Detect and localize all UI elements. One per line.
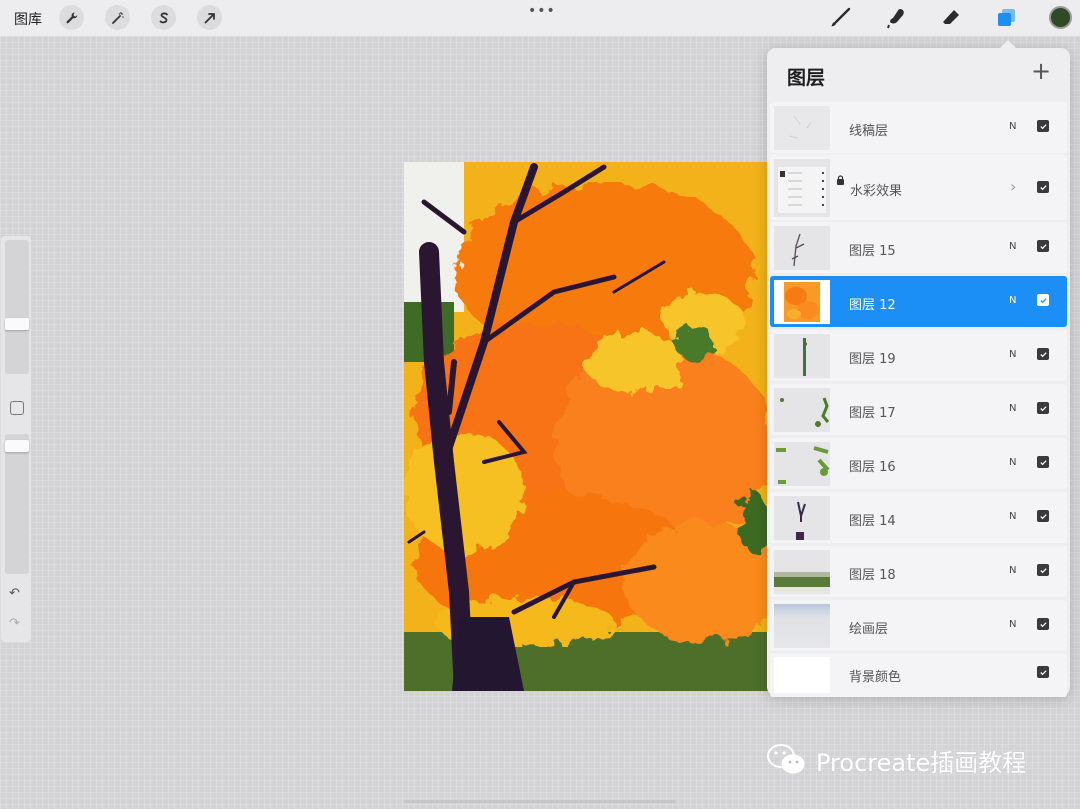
panel-title: 图层 xyxy=(787,67,826,89)
color-picker-button[interactable] xyxy=(1049,6,1072,29)
visibility-checkbox[interactable] xyxy=(1037,240,1049,252)
wechat-logo-icon xyxy=(767,744,805,774)
wrench-icon[interactable] xyxy=(59,5,84,30)
layers-panel: 图层 + 线稿层 N 水彩效果 › 图层 15 N 图层 12 N 图层 19 … xyxy=(767,40,1070,697)
eraser-icon[interactable] xyxy=(939,6,963,30)
visibility-checkbox[interactable] xyxy=(1037,618,1049,630)
layer-thumbnail xyxy=(774,604,830,648)
blend-mode-button[interactable]: N xyxy=(1009,403,1016,414)
undo-button[interactable]: ↶ xyxy=(9,586,20,601)
layer-name: 图层 14 xyxy=(849,514,896,529)
visibility-checkbox[interactable] xyxy=(1037,510,1049,522)
brush-size-slider[interactable] xyxy=(5,240,29,374)
layer-row-active[interactable]: 图层 12 N xyxy=(770,276,1067,327)
layer-thumbnail xyxy=(774,226,830,270)
top-toolbar: 图库 ••• xyxy=(0,0,1080,36)
autumn-tree-painting xyxy=(404,162,770,691)
layer-row[interactable]: 图层 16 N xyxy=(770,438,1067,489)
left-sidebar: ↶ ↷ xyxy=(1,236,31,642)
layer-row[interactable]: 线稿层 N xyxy=(770,102,1067,153)
visibility-checkbox[interactable] xyxy=(1037,120,1049,132)
visibility-checkbox[interactable] xyxy=(1037,564,1049,576)
gallery-button[interactable]: 图库 xyxy=(14,9,42,29)
opacity-slider[interactable] xyxy=(5,434,29,574)
selection-icon[interactable] xyxy=(151,5,176,30)
layer-thumbnail xyxy=(774,280,830,324)
opacity-handle[interactable] xyxy=(5,440,29,452)
redo-button[interactable]: ↷ xyxy=(9,616,20,631)
watermark-text: Procreate插画教程 xyxy=(816,748,1027,777)
layer-name: 图层 12 xyxy=(849,298,896,313)
layer-row[interactable]: 图层 18 N xyxy=(770,546,1067,597)
visibility-checkbox[interactable] xyxy=(1037,456,1049,468)
blend-mode-button[interactable]: N xyxy=(1009,295,1016,306)
layer-thumbnail xyxy=(774,496,830,540)
layer-thumbnail xyxy=(774,442,830,486)
layer-name: 图层 16 xyxy=(849,460,896,475)
layer-thumbnail xyxy=(774,334,830,378)
layer-name: 图层 15 xyxy=(849,244,896,259)
visibility-checkbox[interactable] xyxy=(1037,402,1049,414)
layer-row[interactable]: 图层 19 N xyxy=(770,330,1067,381)
layer-name: 绘画层 xyxy=(849,622,889,637)
blend-mode-button[interactable]: N xyxy=(1009,349,1016,360)
layer-thumbnail xyxy=(774,550,830,594)
layer-name: 图层 17 xyxy=(849,406,896,421)
watermark: Procreate插画教程 xyxy=(766,742,1026,778)
layer-row[interactable]: 绘画层 N xyxy=(770,600,1067,651)
visibility-checkbox[interactable] xyxy=(1037,181,1049,193)
blend-mode-button[interactable]: N xyxy=(1009,457,1016,468)
more-options-icon[interactable]: ••• xyxy=(528,3,556,19)
layer-group-row[interactable]: 水彩效果 › xyxy=(770,155,1067,220)
layer-name: 水彩效果 xyxy=(850,184,903,199)
lock-icon xyxy=(837,175,844,185)
group-thumbnail xyxy=(774,159,830,217)
visibility-checkbox[interactable] xyxy=(1037,666,1049,678)
home-indicator xyxy=(404,800,676,803)
layer-thumbnail xyxy=(774,657,830,693)
blend-mode-button[interactable]: N xyxy=(1009,241,1016,252)
chevron-right-icon[interactable]: › xyxy=(1010,177,1016,196)
layer-name: 图层 19 xyxy=(849,352,896,367)
blend-mode-button[interactable]: N xyxy=(1009,565,1016,576)
visibility-checkbox[interactable] xyxy=(1037,348,1049,360)
visibility-checkbox[interactable] xyxy=(1037,294,1049,306)
layer-name: 背景颜色 xyxy=(849,670,902,685)
layer-thumbnail xyxy=(774,106,830,150)
transform-arrow-icon[interactable] xyxy=(197,5,222,30)
layer-row[interactable]: 图层 17 N xyxy=(770,384,1067,435)
brush-size-handle[interactable] xyxy=(5,318,29,330)
layer-row[interactable]: 图层 14 N xyxy=(770,492,1067,543)
magic-wand-icon[interactable] xyxy=(105,5,130,30)
background-color-row[interactable]: 背景颜色 xyxy=(770,653,1067,697)
layer-row[interactable]: 图层 15 N xyxy=(770,222,1067,273)
smudge-icon[interactable] xyxy=(884,6,908,30)
canvas-artwork[interactable] xyxy=(404,162,770,691)
layer-name: 图层 18 xyxy=(849,568,896,583)
layers-icon[interactable] xyxy=(994,6,1018,30)
layer-name: 线稿层 xyxy=(849,124,889,139)
blend-mode-button[interactable]: N xyxy=(1009,619,1016,630)
layer-thumbnail xyxy=(774,388,830,432)
modify-button[interactable] xyxy=(10,401,24,415)
blend-mode-button[interactable]: N xyxy=(1009,121,1016,132)
add-layer-button[interactable]: + xyxy=(1031,59,1051,83)
brush-icon[interactable] xyxy=(828,6,852,30)
blend-mode-button[interactable]: N xyxy=(1009,511,1016,522)
